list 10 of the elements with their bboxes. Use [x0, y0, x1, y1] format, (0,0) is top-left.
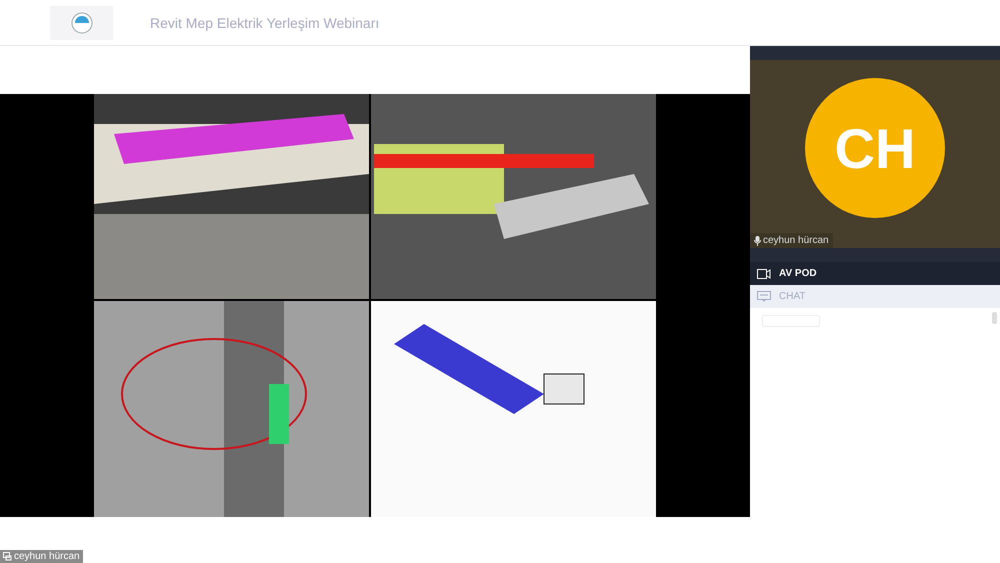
webinar-title: Revit Mep Elektrik Yerleşim Webinarı: [150, 14, 380, 30]
video-camera-icon: [757, 268, 771, 278]
scrollbar[interactable]: [992, 312, 997, 324]
participant-name: ceyhun hürcan: [763, 235, 829, 246]
presenter-name: ceyhun hürcan: [14, 551, 80, 562]
chat-icon: [757, 291, 771, 302]
presenter-icon: [3, 552, 12, 561]
logo: [50, 6, 113, 40]
avatar: CH: [805, 78, 945, 218]
pod-tab[interactable]: AV POD: [750, 262, 1000, 285]
